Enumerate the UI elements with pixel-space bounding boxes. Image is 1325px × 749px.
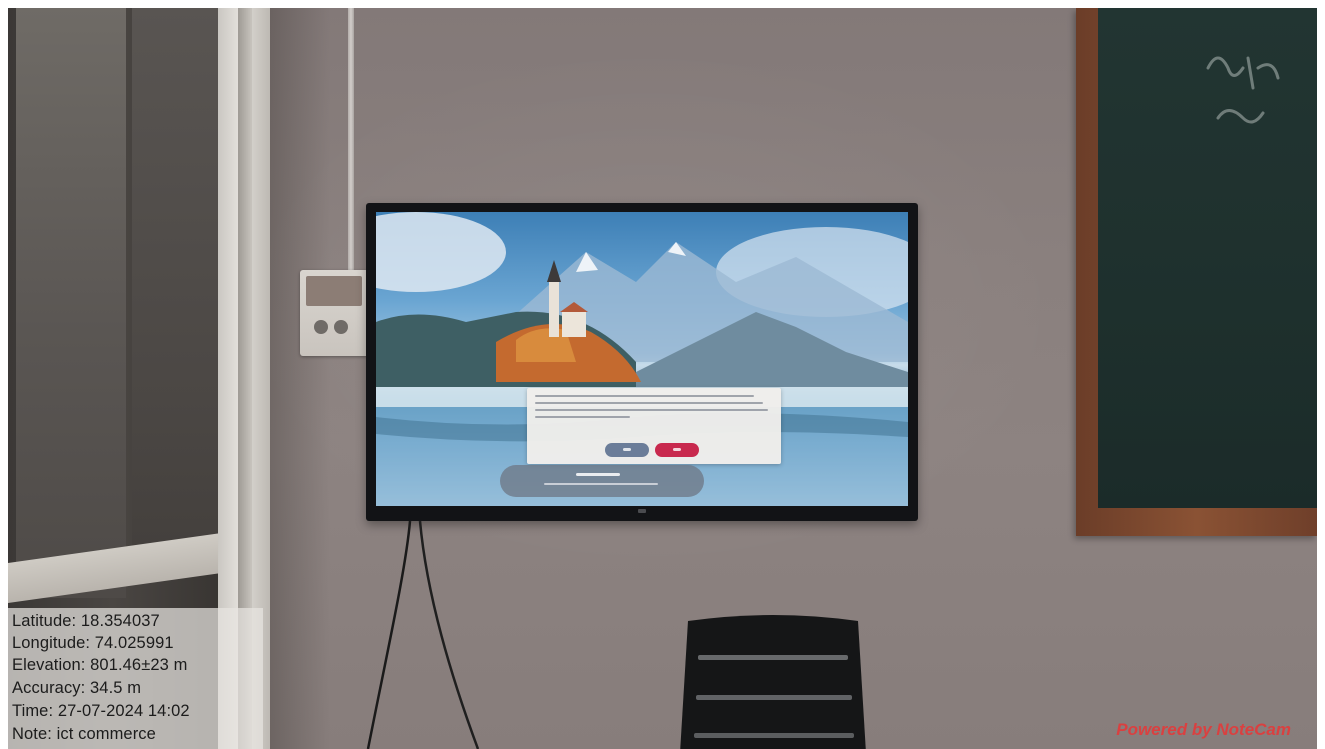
geotag-overlay: Latitude: 18.354037 Longitude: 74.025991… bbox=[8, 608, 263, 749]
classroom-photo: Latitude: 18.354037 Longitude: 74.025991… bbox=[8, 8, 1317, 749]
photo-scene: Latitude: 18.354037 Longitude: 74.025991… bbox=[0, 0, 1325, 749]
app-watermark: Powered by NoteCam bbox=[1116, 720, 1291, 739]
longitude-text: Longitude: 74.025991 bbox=[12, 634, 174, 652]
note-text: Note: ict commerce bbox=[12, 725, 156, 743]
latitude-text: Latitude: 18.354037 bbox=[12, 612, 160, 630]
chair bbox=[680, 615, 866, 749]
elevation-text: Elevation: 801.46±23 m bbox=[12, 656, 188, 674]
time-text: Time: 27-07-2024 14:02 bbox=[12, 702, 190, 720]
accuracy-text: Accuracy: 34.5 m bbox=[12, 679, 142, 697]
